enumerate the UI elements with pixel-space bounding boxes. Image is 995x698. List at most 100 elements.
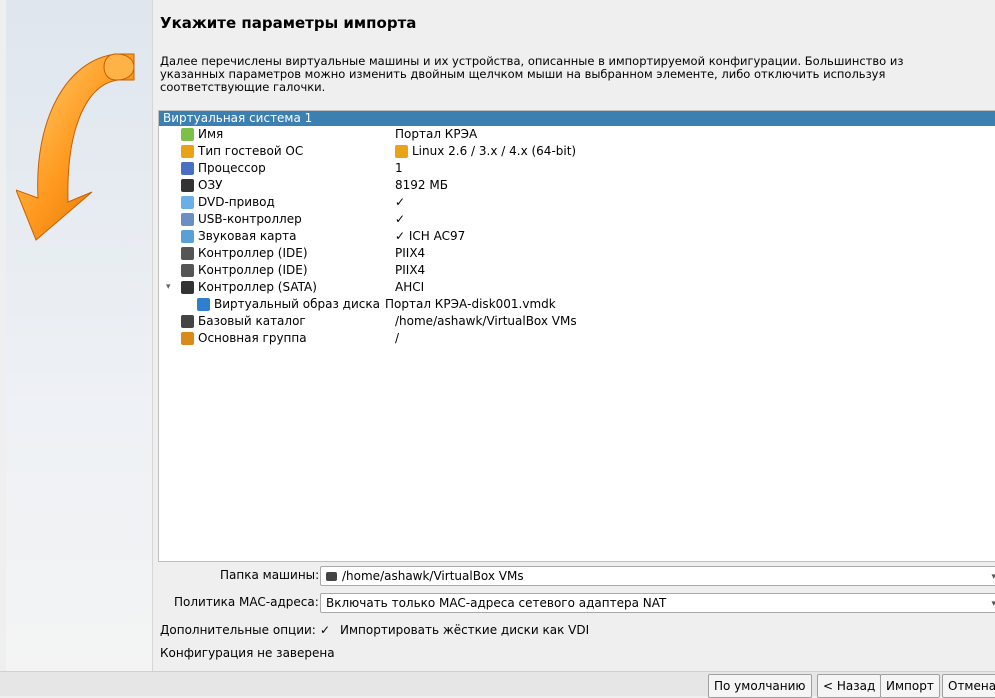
tree-row-key: Контроллер (IDE) [181,262,308,279]
machine-folder-value: /home/ashawk/VirtualBox VMs [342,569,524,583]
folder-icon [326,571,337,581]
defaults-button[interactable]: По умолчанию [708,674,812,698]
tree-row-key: Процессор [181,160,266,177]
tree-row-value-text: 8192 МБ [395,178,448,192]
tree-row-key-text: Процессор [198,161,266,175]
tree-row-value-text: ✓ [395,212,406,226]
wizard-sidebar [6,0,153,683]
page-description: Далее перечислены виртуальные машины и и… [160,54,904,94]
chevron-down-icon: ▾ [991,599,995,609]
tree-row-key-text: Тип гостевой ОС [198,144,304,158]
back-button[interactable]: < Назад [817,674,882,698]
import-button[interactable]: Импорт [880,674,940,698]
tree-row[interactable]: Тип гостевой ОС Linux 2.6 / 3.x / 4.x (64… [159,143,995,160]
tree-row[interactable]: Базовый каталог/home/ashawk/VirtualBox V… [159,313,995,330]
extra-options-label: Дополнительные опции: [160,623,316,637]
tree-row-value[interactable]: 1 [395,160,403,177]
tree-row-key: Базовый каталог [181,313,306,330]
mac-policy-label: Политика MAC-адреса: [174,595,319,609]
tree-row-value-text: Портал КРЭА-disk001.vmdk [385,297,556,311]
folder-icon [181,315,194,328]
tree-row-value[interactable]: / [395,330,399,347]
tree-row[interactable]: Звуковая карта ✓ ICH AC97 [159,228,995,245]
tree-row-value[interactable]: PIIX4 [395,262,425,279]
import-arrow-icon [16,53,135,241]
usb-icon [181,213,194,226]
config-status-row: Конфигурация не заверена [160,643,995,663]
group-icon [181,332,194,345]
disk-image-icon [197,298,210,311]
extra-options-row: Дополнительные опции: ✓ Импортировать жё… [160,620,995,640]
tree-row-value[interactable]: ✓ [395,194,405,211]
tree-row-value[interactable]: Linux 2.6 / 3.x / 4.x (64-bit) [395,143,576,160]
tree-row[interactable]: USB-контроллер ✓ [159,211,995,228]
config-status: Конфигурация не заверена [160,646,335,660]
mac-policy-value: Включать только MAC-адреса сетевого адап… [326,596,667,610]
tree-row-value-text: AHCI [395,280,425,294]
tree-row[interactable]: Имя Портал КРЭА [159,126,995,143]
tree-row-value[interactable]: Портал КРЭА [395,126,477,143]
tree-row-key: Виртуальный образ диска [197,296,380,313]
machine-folder-row: Папка машины: /home/ashawk/VirtualBox VM… [160,565,995,586]
tree-row[interactable]: DVD-привод ✓ [159,194,995,211]
tree-row-key-text: Основная группа [198,331,307,345]
appliance-settings-tree[interactable]: Виртуальная система 1 Имя Портал КРЭА Тип … [158,110,995,562]
tree-row-value[interactable]: /home/ashawk/VirtualBox VMs [395,313,577,330]
tree-row-value-text: PIIX4 [395,246,426,260]
sound-card-icon [181,230,194,243]
tree-row-key: Контроллер (SATA) [181,279,317,296]
tree-row[interactable]: ▾ Контроллер (SATA) AHCI [159,279,995,296]
tree-row-key: DVD-привод [181,194,275,211]
import-vdi-label[interactable]: Импортировать жёсткие диски как VDI [340,620,589,640]
virtual-system-row[interactable]: Виртуальная система 1 [159,111,995,126]
tree-row-value-text: 1 [395,161,403,175]
tree-row-value-text: PIIX4 [395,263,426,277]
cancel-button[interactable]: Отмена [942,674,995,698]
tree-row-value-text: ✓ [395,195,406,209]
mac-policy-select[interactable]: Включать только MAC-адреса сетевого адап… [320,593,995,613]
tree-row-key: ОЗУ [181,177,222,194]
ide-controller-icon [181,264,194,277]
tree-row[interactable]: Контроллер (IDE) PIIX4 [159,245,995,262]
os-type-icon [181,145,194,158]
tree-row-key: Контроллер (IDE) [181,245,308,262]
tree-row-value[interactable]: AHCI [395,279,424,296]
tree-row-value-text: / [395,331,400,345]
name-icon [181,128,194,141]
tree-row[interactable]: Виртуальный образ диска Портал КРЭА-disk0… [159,296,995,313]
import-vdi-checkbox[interactable]: ✓ [320,620,330,640]
tree-row-key-text: Звуковая карта [198,229,297,243]
tree-row-value[interactable]: ✓ ICH AC97 [395,228,465,245]
tree-row-value[interactable]: PIIX4 [395,245,425,262]
tree-row[interactable]: Основная группа / [159,330,995,347]
expand-arrow-icon[interactable]: ▾ [166,279,171,296]
tree-row-key-text: Имя [198,127,224,141]
tree-row-key-text: Контроллер (IDE) [198,263,308,277]
tree-row-key: USB-контроллер [181,211,302,228]
tree-row-value[interactable]: ✓ [395,211,405,228]
sata-controller-icon [181,281,194,294]
tree-row-value-text: Linux 2.6 / 3.x / 4.x (64-bit) [412,144,577,158]
tree-row-key: Основная группа [181,330,307,347]
cpu-icon [181,162,194,175]
tree-row[interactable]: ОЗУ 8192 МБ [159,177,995,194]
tree-row-key-text: DVD-привод [198,195,275,209]
tree-row-key: Имя [181,126,223,143]
tree-row-key-text: Базовый каталог [198,314,306,328]
tree-row[interactable]: Контроллер (IDE) PIIX4 [159,262,995,279]
machine-folder-select[interactable]: /home/ashawk/VirtualBox VMs ▾ [320,566,995,586]
ide-controller-icon [181,247,194,260]
tree-row-value-text: /home/ashawk/VirtualBox VMs [395,314,577,328]
tree-row-value-text: Портал КРЭА [395,127,478,141]
tree-row-value-text: ✓ ICH AC97 [395,229,466,243]
chevron-down-icon: ▾ [991,572,995,582]
tree-row-key: Тип гостевой ОС [181,143,303,160]
machine-folder-label: Папка машины: [220,568,320,582]
mac-policy-row: Политика MAC-адреса: Включать только MAC… [160,592,995,613]
tree-row-value[interactable]: 8192 МБ [395,177,448,194]
tree-row-value[interactable]: Портал КРЭА-disk001.vmdk [385,296,556,313]
tree-row-key-text: ОЗУ [198,178,223,192]
button-bar: По умолчанию < Назад Импорт Отмена [0,671,995,698]
tree-row[interactable]: Процессор 1 [159,160,995,177]
tree-row-key-text: USB-контроллер [198,212,302,226]
